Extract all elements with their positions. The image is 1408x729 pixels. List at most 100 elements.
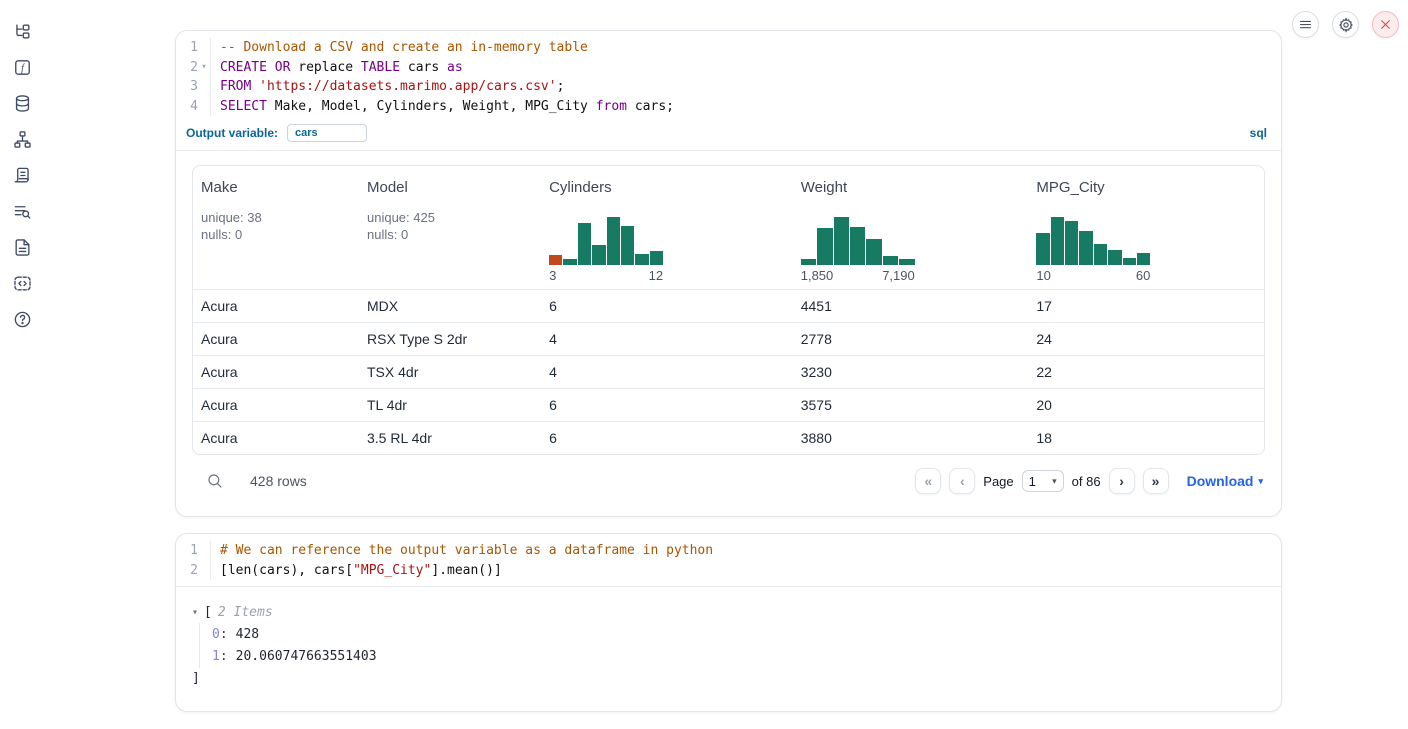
entry-key: 0: [212, 627, 220, 642]
settings-button[interactable]: [1332, 11, 1359, 38]
shutdown-button[interactable]: [1372, 11, 1399, 38]
code-line[interactable]: 2 [len(cars), cars["MPG_City"].mean()]: [176, 561, 1281, 581]
stat-unique: unique: 425: [367, 209, 541, 226]
language-badge: sql: [1250, 126, 1271, 140]
next-page-button[interactable]: ›: [1109, 468, 1135, 494]
menu-icon: [1298, 17, 1313, 32]
sql-code-editor[interactable]: 1-- Download a CSV and create an in-memo…: [176, 31, 1281, 122]
fold-chevron-icon[interactable]: ▾: [198, 58, 211, 78]
topbar-actions: [1292, 11, 1399, 38]
fold-spacer: [198, 38, 211, 58]
histogram-bar: [1051, 217, 1064, 265]
axis-min: 3: [549, 268, 556, 283]
histogram-bar: [866, 239, 881, 265]
snippets-icon[interactable]: [12, 273, 32, 293]
previous-page-button[interactable]: ‹: [949, 468, 975, 494]
table-row: AcuraTSX 4dr4323022: [193, 355, 1264, 388]
histogram-bar: [592, 245, 605, 265]
code-line[interactable]: 3FROM 'https://datasets.marimo.app/cars.…: [176, 77, 1281, 97]
scratchpad-icon[interactable]: [12, 165, 32, 185]
weight-histogram: 1,850 7,190: [801, 217, 915, 283]
column-title: Cylinders: [549, 179, 793, 196]
axis-max: 12: [649, 268, 663, 283]
file-explorer-icon[interactable]: [12, 21, 32, 41]
sql-output-section: Make unique: 38 nulls: 0 Model unique: 4…: [176, 151, 1281, 494]
histogram-bar: [1036, 233, 1049, 265]
python-result-tree: ▾ [ 2 Items 0:4281:20.060747663551403 ]: [176, 587, 1281, 702]
histogram-bar: [801, 259, 816, 265]
column-header-cylinders[interactable]: Cylinders 3 12: [541, 166, 793, 289]
histogram-axis-labels: 1,850 7,190: [801, 268, 915, 283]
line-number: 2: [176, 561, 198, 581]
column-title: Model: [367, 179, 541, 196]
column-title: Weight: [801, 179, 1029, 196]
table-cell: 4: [541, 364, 793, 380]
line-number: 4: [176, 97, 198, 117]
python-code-editor[interactable]: 1# We can reference the output variable …: [176, 534, 1281, 586]
table-cell: Acura: [193, 397, 359, 413]
histogram-bar: [607, 217, 620, 265]
logs-icon[interactable]: [12, 201, 32, 221]
code-text: [len(cars), cars["MPG_City"].mean()]: [211, 561, 502, 581]
code-text: CREATE OR replace TABLE cars as: [211, 58, 463, 78]
histogram-bar: [1108, 250, 1121, 265]
table-cell: 6: [541, 298, 793, 314]
first-page-button[interactable]: «: [915, 468, 941, 494]
page-select[interactable]: 1 ▾: [1022, 470, 1064, 492]
column-header-model[interactable]: Model unique: 425 nulls: 0: [359, 166, 541, 289]
table-cell: Acura: [193, 364, 359, 380]
code-line[interactable]: 1# We can reference the output variable …: [176, 541, 1281, 561]
axis-min: 1,850: [801, 268, 834, 283]
histogram-axis-labels: 3 12: [549, 268, 663, 283]
histogram-bar: [650, 251, 663, 265]
page-label: Page: [983, 474, 1013, 489]
column-title: Make: [201, 179, 359, 196]
collapse-chevron-icon[interactable]: ▾: [192, 607, 198, 618]
column-header-mpg-city[interactable]: MPG_City 10 60: [1028, 166, 1264, 289]
entry-value: 20.060747663551403: [236, 649, 377, 664]
entry-colon: :: [220, 649, 228, 664]
column-title: MPG_City: [1036, 179, 1264, 196]
tree-entries: 0:4281:20.060747663551403: [199, 623, 1265, 668]
open-bracket: [: [204, 605, 212, 620]
table-cell: 4: [541, 331, 793, 347]
stat-nulls: nulls: 0: [201, 226, 359, 243]
help-icon[interactable]: [12, 309, 32, 329]
table-body: AcuraMDX6445117AcuraRSX Type S 2dr427782…: [193, 289, 1264, 454]
stat-nulls: nulls: 0: [367, 226, 541, 243]
data-sources-icon[interactable]: [12, 93, 32, 113]
entry-colon: :: [220, 627, 228, 642]
output-variable-input[interactable]: [287, 124, 367, 142]
column-header-weight[interactable]: Weight 1,850 7,190: [793, 166, 1029, 289]
histogram-bar: [621, 226, 634, 265]
table-cell: 17: [1028, 298, 1264, 314]
code-line[interactable]: 4SELECT Make, Model, Cylinders, Weight, …: [176, 97, 1281, 117]
last-page-button[interactable]: »: [1143, 468, 1169, 494]
download-button[interactable]: Download ▾: [1187, 473, 1263, 489]
table-cell: 24: [1028, 331, 1264, 347]
row-count-label: 428 rows: [250, 473, 307, 489]
chevron-down-icon: ▾: [1052, 476, 1057, 487]
table-header-row: Make unique: 38 nulls: 0 Model unique: 4…: [193, 166, 1264, 289]
fold-spacer: [198, 97, 211, 117]
menu-button[interactable]: [1292, 11, 1319, 38]
entry-value: 428: [236, 627, 259, 642]
documentation-icon[interactable]: [12, 237, 32, 257]
search-button[interactable]: [206, 472, 224, 490]
code-line[interactable]: 2▾CREATE OR replace TABLE cars as: [176, 58, 1281, 78]
variables-icon[interactable]: f: [12, 57, 32, 77]
code-line[interactable]: 1-- Download a CSV and create an in-memo…: [176, 38, 1281, 58]
dependency-graph-icon[interactable]: [12, 129, 32, 149]
fold-spacer: [198, 77, 211, 97]
download-label: Download: [1187, 473, 1254, 489]
histogram-bar: [1137, 253, 1150, 265]
sidebar-panel-toolbar: f: [0, 0, 44, 329]
tree-root-row: ▾ [ 2 Items: [192, 601, 1265, 623]
table-cell: 3880: [793, 430, 1029, 446]
table-cell: 20: [1028, 397, 1264, 413]
table-cell: 6: [541, 397, 793, 413]
column-header-make[interactable]: Make unique: 38 nulls: 0: [193, 166, 359, 289]
axis-max: 7,190: [882, 268, 915, 283]
table-cell: 6: [541, 430, 793, 446]
histogram-bar: [850, 227, 865, 265]
